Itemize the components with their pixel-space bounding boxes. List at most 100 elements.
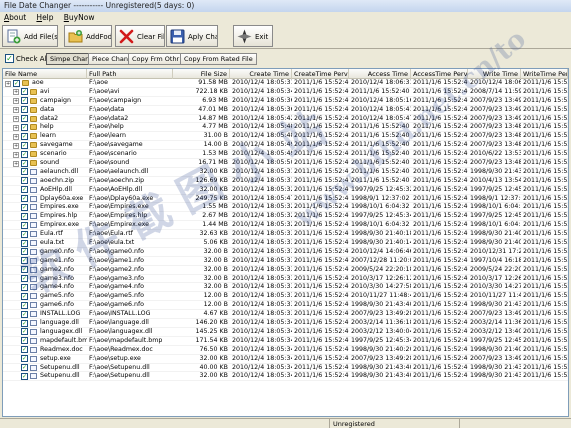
expand-toggle-icon[interactable]: + (13, 89, 19, 96)
table-row[interactable]: ✓ language.dll F:\aoe\language.dll 146.20 K… (3, 319, 568, 328)
expand-toggle-icon[interactable]: + (13, 142, 19, 149)
row-checkbox[interactable]: ✓ (21, 203, 28, 211)
column-header-file-name[interactable]: File Name (3, 69, 87, 79)
row-checkbox[interactable]: ✓ (21, 168, 28, 176)
row-checkbox[interactable]: ✓ (21, 97, 28, 105)
expand-toggle-icon[interactable]: + (13, 151, 19, 158)
row-checkbox[interactable]: ✓ (13, 79, 20, 87)
column-header-access-preview[interactable]: AccessTime Perview (411, 69, 468, 79)
expand-toggle-icon[interactable]: + (13, 107, 19, 114)
table-row[interactable]: + ✓ help F:\aoe\help 4.77 MB 2010/12/4 18:05:… (3, 123, 568, 133)
cell-wprev: 2011/1/6 15:52:40 (523, 203, 568, 211)
expand-toggle-icon[interactable]: + (13, 133, 19, 140)
table-row[interactable]: ✓ game1.nfo F:\aoe\game1.nfo 32.00 B 2010/12… (3, 257, 568, 266)
row-checkbox[interactable]: ✓ (21, 372, 28, 380)
table-row[interactable]: ✓ Readmex.doc F:\aoe\Readmex.doc 76.50 KB 20… (3, 346, 568, 355)
table-row[interactable]: ✓ game4.nfo F:\aoe\game4.nfo 32.00 B 2010/12… (3, 283, 568, 293)
table-row[interactable]: ✓ Empires.hlp F:\aoe\Empires.hlp 2.67 MB 201… (3, 212, 568, 222)
row-checkbox[interactable]: ✓ (21, 319, 28, 327)
table-row[interactable]: ✓ mapdefault.bmpF:\aoe\mapdefault.bmp 171.… (3, 337, 568, 346)
row-checkbox[interactable]: ✓ (21, 248, 28, 256)
menu-help[interactable]: Help (32, 12, 57, 23)
table-row[interactable]: ✓ aelaunch.dll F:\aoe\aelaunch.dll 32.00 KB… (3, 168, 568, 177)
table-row[interactable]: + ✓ aoe F:\aoe 91.58 MB 2010/12/4 18:05:31 201… (3, 79, 568, 88)
apply-change-button[interactable]: Aply Change (166, 25, 218, 47)
row-checkbox[interactable]: ✓ (21, 150, 28, 158)
row-checkbox[interactable]: ✓ (21, 292, 28, 300)
table-row[interactable]: ✓ game5.nfo F:\aoe\game5.nfo 12.00 B 2010/12… (3, 292, 568, 302)
row-checkbox[interactable]: ✓ (21, 337, 28, 345)
row-checkbox[interactable]: ✓ (21, 88, 28, 96)
check-all-checkbox[interactable]: ✓ (5, 54, 14, 63)
row-checkbox[interactable]: ✓ (21, 346, 28, 354)
row-checkbox[interactable]: ✓ (21, 132, 28, 140)
exit-button[interactable]: Exit (233, 25, 273, 47)
table-row[interactable]: + ✓ sound F:\aoe\sound 16.71 MB 2010/12/4 18:… (3, 159, 568, 168)
column-header-write-preview[interactable]: WriteTime Perview (521, 69, 568, 79)
add-files-button[interactable]: Add File(s) (2, 25, 58, 47)
expand-toggle-icon[interactable]: + (13, 160, 19, 167)
table-row[interactable]: ✓ aoechn.zip F:\aoe\aoechn.zip 126.69 KB 201… (3, 177, 568, 186)
expand-toggle-icon[interactable]: + (5, 80, 11, 87)
table-row[interactable]: + ✓ campaign F:\aoe\campaign 6.93 MB 2010/12/… (3, 97, 568, 106)
table-row[interactable]: ✓ eula.txt F:\aoe\eula.txt 5.06 KB 2010/12/4… (3, 239, 568, 248)
table-row[interactable]: ✓ setup.exe F:\aoe\setup.exe 32.00 KB 2010/1… (3, 355, 568, 364)
row-checkbox[interactable]: ✓ (21, 301, 28, 309)
table-row[interactable]: + ✓ data2 F:\aoe\data2 14.87 MB 2010/12/4 18:… (3, 115, 568, 124)
row-checkbox[interactable]: ✓ (21, 310, 28, 318)
row-checkbox[interactable]: ✓ (21, 115, 28, 123)
table-row[interactable]: + ✓ avi F:\aoe\avi 722.18 KB 2010/12/4 18:05:… (3, 88, 568, 97)
row-checkbox[interactable]: ✓ (21, 123, 28, 131)
column-header-write-time[interactable]: Write Time (468, 69, 521, 79)
row-checkbox[interactable]: ✓ (21, 141, 28, 149)
table-row[interactable]: ✓ Eula.rtf F:\aoe\Eula.rtf 32.63 KB 2010/12/… (3, 230, 568, 240)
row-checkbox[interactable]: ✓ (21, 186, 28, 194)
row-checkbox[interactable]: ✓ (21, 221, 28, 229)
column-header-file-size[interactable]: File Size (173, 69, 230, 79)
row-checkbox[interactable]: ✓ (21, 364, 28, 371)
expand-toggle-icon[interactable]: + (13, 124, 19, 131)
table-row[interactable]: ✓ Dplay60a.exe F:\aoe\Dplay60a.exe 249.75 K… (3, 195, 568, 204)
table-row[interactable]: ✓ game3.nfo F:\aoe\game3.nfo 32.00 B 2010/12… (3, 275, 568, 284)
row-checkbox[interactable]: ✓ (21, 328, 28, 336)
cell-create: 2010/12/4 18:05:48 (232, 123, 292, 131)
table-row[interactable]: ✓ languagex.dll F:\aoe\languagex.dll 145.25… (3, 328, 568, 337)
cell-write: 2007/9/23 13:49:10 (470, 96, 521, 104)
row-checkbox[interactable]: ✓ (21, 239, 28, 247)
row-checkbox[interactable]: ✓ (21, 230, 28, 238)
table-row[interactable]: + ✓ scenario F:\aoe\scenario 1.53 MB 2010/12/… (3, 150, 568, 160)
row-checkbox[interactable]: ✓ (21, 195, 28, 203)
table-row[interactable]: ✓ Empirex.exe F:\aoe\Empirex.exe 1.44 MB 201… (3, 221, 568, 231)
expand-toggle-icon[interactable]: + (13, 116, 19, 123)
table-row[interactable]: ✓ game0.nfo F:\aoe\game0.nfo 32.00 B 2010/12… (3, 248, 568, 257)
row-checkbox[interactable]: ✓ (21, 177, 28, 185)
row-checkbox[interactable]: ✓ (21, 355, 28, 363)
clear-files-button[interactable]: Clear File(s) (115, 25, 165, 47)
table-row[interactable]: + ✓ savegame F:\aoe\savegame 14.00 B 2010/12/… (3, 141, 568, 151)
table-row[interactable]: ✓ Setupenu.dll F:\aoe\Setupenu.dll 40.00 KB… (3, 364, 568, 373)
column-header-access-time[interactable]: Access Time (349, 69, 411, 79)
menu-buynow[interactable]: BuyNow (60, 12, 99, 23)
expand-toggle-icon[interactable]: + (13, 98, 19, 105)
copy-from-related-file-button[interactable]: Copy From Rated File (180, 53, 257, 65)
table-row[interactable]: + ✓ data F:\aoe\data 47.01 MB 2010/12/4 18:05… (3, 106, 568, 115)
table-row[interactable]: ✓ Empires.exe F:\aoe\Empires.exe 1.55 MB 201… (3, 203, 568, 213)
table-row[interactable]: ✓ Setupenu.dll F:\aoe\Setupenu.dll 32.00 KB… (3, 372, 568, 382)
table-row[interactable]: ✓ INSTALL.LOG F:\aoe\INSTALL.LOG 4.67 KB 201… (3, 310, 568, 320)
table-row[interactable]: ✓ game2.nfo F:\aoe\game2.nfo 32.00 B 2010/12… (3, 266, 568, 275)
menu-about[interactable]: About (0, 12, 30, 23)
column-header-full-path[interactable]: Full Path (87, 69, 173, 79)
table-row[interactable]: ✓ AoEHlp.dll F:\aoe\AoEHlp.dll 32.00 KB 2010… (3, 186, 568, 195)
row-checkbox[interactable]: ✓ (21, 283, 28, 291)
table-row[interactable]: + ✓ learn F:\aoe\learn 31.00 B 2010/12/4 18:0… (3, 132, 568, 142)
row-checkbox[interactable]: ✓ (21, 266, 28, 274)
row-checkbox[interactable]: ✓ (21, 159, 28, 167)
row-checkbox[interactable]: ✓ (21, 212, 28, 220)
row-checkbox[interactable]: ✓ (21, 106, 28, 114)
add-folder-button[interactable]: AddFoder (64, 25, 112, 47)
row-checkbox[interactable]: ✓ (21, 257, 28, 265)
column-header-create-time[interactable]: Create Time (230, 69, 292, 79)
column-header-create-preview[interactable]: CreateTime Perview (292, 69, 349, 79)
row-checkbox[interactable]: ✓ (21, 275, 28, 283)
table-row[interactable]: ✓ game6.nfo F:\aoe\game6.nfo 12.00 B 2010/12… (3, 301, 568, 311)
